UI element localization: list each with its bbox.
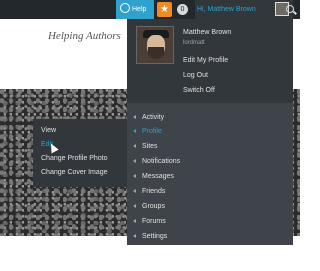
help-label: Help — [132, 6, 147, 13]
avatar[interactable] — [136, 26, 174, 64]
submenu-item-sites[interactable]: Sites — [133, 140, 158, 153]
menu-item-change-profile-photo[interactable]: Change Profile Photo — [33, 152, 130, 166]
chevron-left-icon — [133, 189, 136, 193]
submenu-item-activity[interactable]: Activity — [133, 111, 164, 124]
star-icon[interactable]: ★ — [157, 2, 172, 17]
submenu-item-friends[interactable]: Friends — [133, 185, 165, 198]
chevron-left-icon — [133, 115, 136, 119]
howdy-label: Hi, Matthew Brown — [197, 6, 256, 13]
switch-off-link[interactable]: Switch Off — [183, 87, 215, 94]
admin-bar: Help ★ 0 Hi, Matthew Brown — [0, 0, 300, 19]
account-username: lordmatt — [183, 40, 205, 46]
help-button[interactable]: Help — [116, 0, 154, 19]
site-tagline: Helping Authors — [48, 30, 121, 42]
account-dropdown: Matthew Brown lordmatt Edit My Profile L… — [127, 19, 293, 103]
menu-item-view[interactable]: View — [33, 124, 130, 138]
chevron-left-icon — [133, 159, 136, 163]
submenu-item-profile[interactable]: Profile — [133, 125, 162, 138]
account-menu-button[interactable]: Hi, Matthew Brown — [195, 0, 293, 19]
notification-count-badge[interactable]: 0 — [177, 4, 188, 15]
chevron-left-icon — [133, 204, 136, 208]
submenu-item-notifications[interactable]: Notifications — [133, 155, 180, 168]
account-submenu: Activity Profile Sites Notifications Mes… — [127, 103, 293, 245]
submenu-item-messages[interactable]: Messages — [133, 170, 174, 183]
chevron-left-icon — [133, 234, 136, 238]
log-out-link[interactable]: Log Out — [183, 72, 208, 79]
chevron-left-icon — [133, 144, 136, 148]
chevron-left-icon — [133, 129, 136, 133]
help-icon — [120, 3, 130, 13]
search-icon[interactable] — [286, 5, 294, 13]
chevron-left-icon — [133, 219, 136, 223]
submenu-item-settings[interactable]: Settings — [133, 230, 167, 243]
profile-context-menu: View Edit Change Profile Photo Change Co… — [33, 119, 130, 187]
submenu-item-forums[interactable]: Forums — [133, 215, 166, 228]
chevron-left-icon — [133, 174, 136, 178]
edit-profile-link[interactable]: Edit My Profile — [183, 57, 228, 64]
account-display-name[interactable]: Matthew Brown — [183, 29, 231, 36]
submenu-item-groups[interactable]: Groups — [133, 200, 165, 213]
menu-item-change-cover-image[interactable]: Change Cover Image — [33, 166, 130, 180]
